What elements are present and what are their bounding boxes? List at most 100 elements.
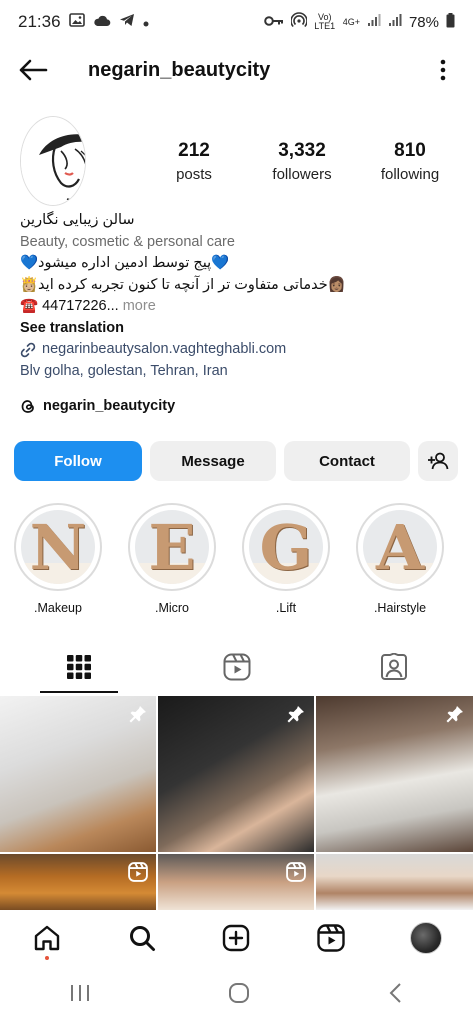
posts-stat: 212 posts <box>144 140 244 183</box>
profile-avatar[interactable] <box>20 116 86 206</box>
profile-actions: Follow Message Contact <box>14 441 459 481</box>
highlight-lift[interactable]: G .Lift <box>242 503 330 623</box>
highlight-cover: G <box>249 510 323 584</box>
reels-badge-icon <box>128 862 148 882</box>
profile-tabs <box>0 640 473 694</box>
posts-grid <box>0 696 473 911</box>
message-button[interactable]: Message <box>150 441 276 481</box>
create-post-icon <box>223 924 250 952</box>
telegram-icon <box>119 12 135 32</box>
more-options-icon <box>440 59 446 81</box>
tab-tagged[interactable] <box>315 640 473 694</box>
highlight-label: .Micro <box>154 601 190 615</box>
gallery-icon <box>68 12 85 32</box>
following-label: following <box>380 165 440 183</box>
profile-header: negarin_beautycity <box>0 46 473 94</box>
following-count: 810 <box>394 139 426 161</box>
highlight-cover: E <box>135 510 209 584</box>
bio-more-link[interactable]: more <box>119 298 156 314</box>
suggested-people-button[interactable] <box>418 441 458 481</box>
recent-apps-icon <box>70 984 89 1001</box>
bio-line-2: 👩🏽خدماتی متفاوت تر از آنچه تا کنون تجربه… <box>20 276 346 293</box>
highlight-micro[interactable]: E .Micro <box>128 503 216 623</box>
highlight-hairstyle[interactable]: A .Hairstyle <box>356 503 444 623</box>
notification-dot <box>45 956 50 960</box>
highlight-letter: A <box>375 510 425 584</box>
status-bar: 21:36 Vo) LTE1 4G+ 78% <box>0 0 473 44</box>
highlight-label: .Hairstyle <box>373 601 427 615</box>
battery-percent: 78% <box>408 13 439 31</box>
highlight-label: .Makeup <box>34 601 82 615</box>
pin-icon <box>446 706 463 723</box>
post-thumbnail[interactable] <box>158 696 314 852</box>
chevron-left-icon <box>389 982 401 1003</box>
back-button[interactable] <box>18 52 54 88</box>
key-icon <box>263 14 284 31</box>
nav-home[interactable] <box>27 918 67 960</box>
highlight-cover: N <box>21 510 95 584</box>
bio-website-link[interactable]: negarinbeautysalon.vaghteghabli.com <box>20 339 460 361</box>
highlight-ring: G <box>242 503 330 591</box>
followers-label: followers <box>272 165 332 183</box>
threads-icon <box>21 400 34 414</box>
threads-handle: negarin_beautycity <box>43 398 176 414</box>
signal-icon <box>367 13 381 31</box>
profile-bio: سالن زیبایی نگارین Beauty, cosmetic & pe… <box>20 210 460 418</box>
status-time: 21:36 <box>18 12 61 31</box>
contact-button[interactable]: Contact <box>284 441 410 481</box>
reels-icon <box>317 924 345 952</box>
pin-icon <box>129 706 146 723</box>
signal-icon <box>388 13 402 31</box>
pin-icon <box>287 706 304 723</box>
story-highlights: N .Makeup E .Micro G .Lift A .Hairstyle <box>14 503 473 623</box>
bottom-navigation <box>0 912 473 964</box>
hotspot-icon <box>289 12 308 32</box>
home-circle-icon <box>229 982 250 1003</box>
search-icon <box>129 926 155 951</box>
nav-profile[interactable] <box>406 918 446 958</box>
recent-apps-button[interactable] <box>69 983 91 1008</box>
nav-create[interactable] <box>216 918 256 958</box>
add-person-icon <box>428 452 449 470</box>
own-avatar <box>409 922 442 954</box>
highlight-letter: E <box>148 510 196 584</box>
see-translation-link[interactable]: See translation <box>20 318 460 340</box>
system-navigation <box>0 966 473 1024</box>
followers-stat[interactable]: 3,332 followers <box>252 140 352 183</box>
post-thumbnail[interactable] <box>158 854 314 910</box>
highlight-ring: A <box>356 503 444 591</box>
woman-hat-logo-icon <box>21 117 85 205</box>
tab-reels[interactable] <box>158 640 316 694</box>
highlight-letter: N <box>29 510 87 584</box>
back-arrow-icon <box>19 59 48 81</box>
network-type: 4G+ <box>342 16 360 27</box>
tagged-icon <box>381 653 408 680</box>
bio-website-text: negarinbeautysalon.vaghteghabli.com <box>42 341 287 357</box>
options-button[interactable] <box>431 55 455 85</box>
tab-posts-grid[interactable] <box>0 640 158 694</box>
link-icon <box>20 342 36 357</box>
following-stat[interactable]: 810 following <box>360 140 460 183</box>
back-system-button[interactable] <box>388 982 404 1009</box>
battery-icon <box>446 12 455 32</box>
highlight-makeup[interactable]: N .Makeup <box>14 503 102 623</box>
highlight-cover: A <box>363 510 437 584</box>
follow-button[interactable]: Follow <box>14 441 142 481</box>
home-system-button[interactable] <box>228 982 250 1009</box>
notification-dot-icon <box>143 12 149 32</box>
posts-label: posts <box>176 165 212 183</box>
post-thumbnail[interactable] <box>0 854 156 910</box>
status-left: 21:36 <box>18 12 149 32</box>
volte-label: Vo) LTE1 <box>314 12 336 31</box>
cloud-icon <box>93 12 111 32</box>
post-thumbnail[interactable] <box>316 854 473 910</box>
nav-reels[interactable] <box>311 918 351 958</box>
bio-line-1: 💙پیج توسط ادمین اداره میشود💙 <box>20 255 230 271</box>
status-right: Vo) LTE1 4G+ 78% <box>263 12 455 32</box>
nav-search[interactable] <box>122 918 162 958</box>
followers-count: 3,332 <box>278 139 326 161</box>
post-thumbnail[interactable] <box>316 696 473 852</box>
post-thumbnail[interactable] <box>0 696 156 852</box>
grid-icon <box>66 655 91 679</box>
threads-badge[interactable]: negarin_beautycity <box>20 396 460 418</box>
